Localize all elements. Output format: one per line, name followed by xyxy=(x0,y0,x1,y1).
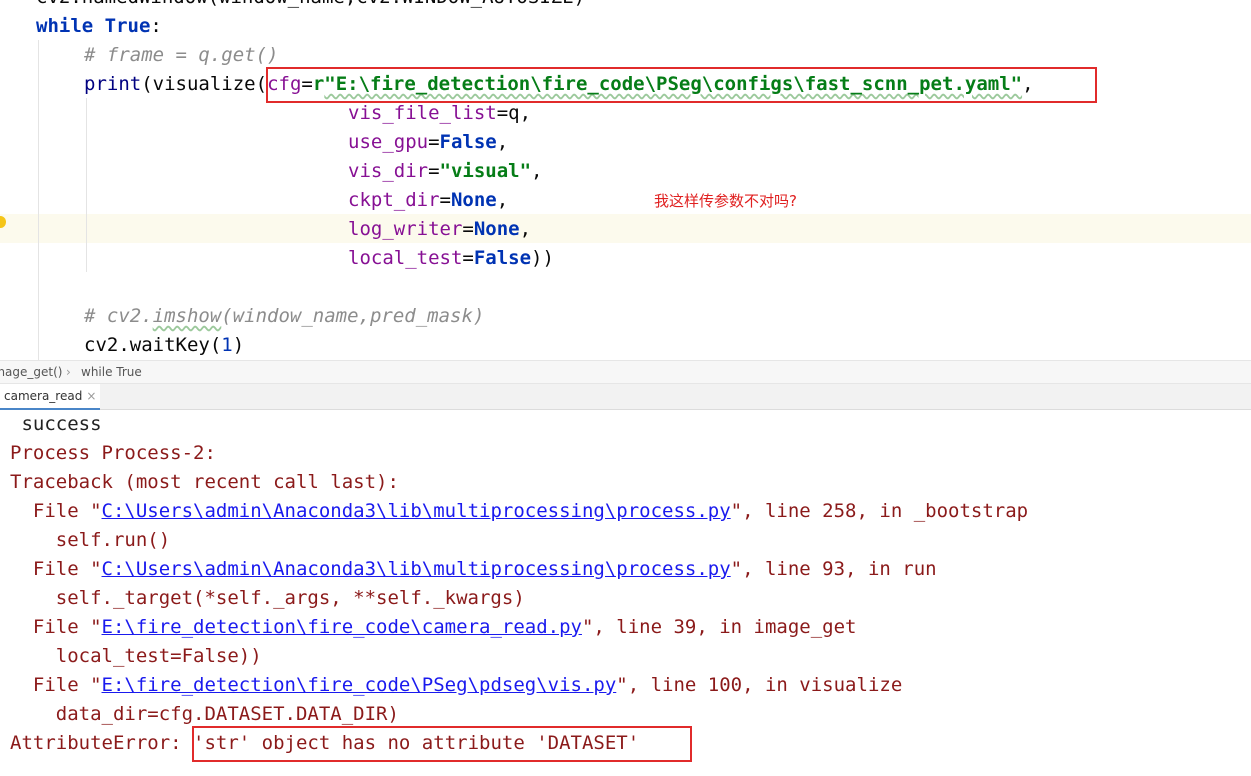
tab-label: camera_read xyxy=(4,389,83,403)
file-link[interactable]: E:\fire_detection\fire_code\PSeg\pdseg\v… xyxy=(102,674,617,696)
file-link[interactable]: C:\Users\admin\Anaconda3\lib\multiproces… xyxy=(102,500,731,522)
indent-guide xyxy=(86,98,87,272)
console-line: Traceback (most recent call last): xyxy=(10,471,399,493)
code-line[interactable]: while True: xyxy=(36,12,162,41)
code-line[interactable]: log_writer=None, xyxy=(348,215,531,244)
cfg-highlight-box xyxy=(266,67,1097,103)
console-line: File "C:\Users\admin\Anaconda3\lib\multi… xyxy=(10,500,1029,522)
question-annotation: 我这样传参数不对吗? xyxy=(654,192,797,210)
console-line: File "E:\fire_detection\fire_code\PSeg\p… xyxy=(10,674,903,696)
file-link[interactable]: E:\fire_detection\fire_code\camera_read.… xyxy=(102,616,582,638)
console-line: success xyxy=(10,413,102,435)
tab-camera-read[interactable]: camera_read × xyxy=(0,384,101,410)
code-line[interactable]: cv2.namedWindow(window_name,cv2.WINDOW_A… xyxy=(36,0,585,12)
run-console[interactable]: success Process Process-2: Traceback (mo… xyxy=(0,410,1251,776)
console-line: Process Process-2: xyxy=(10,442,216,464)
code-line[interactable]: use_gpu=False, xyxy=(348,128,508,157)
error-highlight-box xyxy=(192,726,692,762)
indent-guide xyxy=(38,40,39,360)
console-line: data_dir=cfg.DATASET.DATA_DIR) xyxy=(10,703,399,725)
console-line: local_test=False)) xyxy=(10,645,262,667)
run-tab-bar: camera_read × xyxy=(0,384,1251,410)
breadcrumb-item-loop[interactable]: while True xyxy=(81,361,142,383)
code-line[interactable]: vis_file_list=q, xyxy=(348,99,531,128)
console-line: File "C:\Users\admin\Anaconda3\lib\multi… xyxy=(10,558,937,580)
current-line-highlight xyxy=(0,214,1251,243)
breadcrumb: image_get() › while True xyxy=(0,360,1251,384)
code-comment[interactable]: # frame = q.get() xyxy=(84,41,278,70)
breadcrumb-separator: › xyxy=(66,365,71,379)
close-icon[interactable]: × xyxy=(86,389,96,403)
breadcrumb-item-function[interactable]: image_get() xyxy=(0,361,62,383)
console-line: self._target(*self._args, **self._kwargs… xyxy=(10,587,525,609)
file-link[interactable]: C:\Users\admin\Anaconda3\lib\multiproces… xyxy=(102,558,731,580)
code-editor[interactable]: cv2.namedWindow(window_name,cv2.WINDOW_A… xyxy=(0,0,1251,360)
code-comment[interactable]: # cv2.imshow(window_name,pred_mask) xyxy=(84,302,484,331)
code-line[interactable]: ckpt_dir=None, xyxy=(348,186,508,215)
console-line: self.run() xyxy=(10,529,171,551)
code-line[interactable]: vis_dir="visual", xyxy=(348,157,543,186)
code-line[interactable]: local_test=False)) xyxy=(348,244,554,273)
code-line[interactable]: cv2.waitKey(1) xyxy=(84,331,244,360)
console-line: File "E:\fire_detection\fire_code\camera… xyxy=(10,616,857,638)
